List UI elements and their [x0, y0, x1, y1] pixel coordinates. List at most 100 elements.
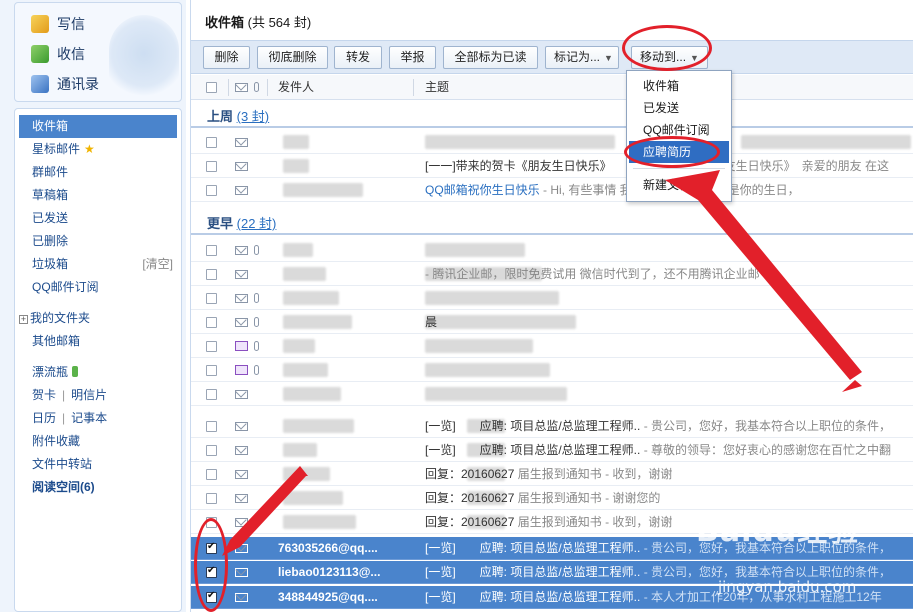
row-checkbox[interactable] — [206, 341, 217, 352]
calendar-link[interactable]: 日历 — [32, 411, 56, 425]
row-preview: 届生报到通知书 - 谢谢您的 — [517, 491, 661, 505]
row-checkbox[interactable] — [206, 137, 217, 148]
envelope-icon — [235, 494, 248, 503]
sidebar-item-label: 文件中转站 — [32, 457, 93, 471]
table-row[interactable] — [191, 335, 913, 358]
group-count-link[interactable]: (3 封) — [237, 109, 270, 124]
contacts-link[interactable]: 通讯录 — [31, 71, 99, 97]
row-checkbox[interactable] — [206, 469, 217, 480]
table-row[interactable]: [一一]带来的贺卡《朋友生日快乐》 朋友生日快乐》 亲爱的朋友 在这 — [191, 155, 913, 178]
expand-plus-icon[interactable]: + — [19, 315, 28, 324]
mark-all-read-button[interactable]: 全部标为已读 — [443, 46, 538, 69]
row-checkbox[interactable] — [206, 293, 217, 304]
sidebar-item-starred[interactable]: 星标邮件 ★ — [15, 138, 181, 161]
row-subject-text: 回复：20160627 — [425, 491, 515, 505]
row-checkbox[interactable] — [206, 269, 217, 280]
select-all-checkbox[interactable] — [206, 82, 217, 93]
menu-divider — [633, 168, 725, 169]
sidebar-item-sent[interactable]: 已发送 — [15, 207, 181, 230]
row-subject: 晨 — [425, 311, 437, 334]
chevron-down-icon: ▼ — [604, 53, 613, 63]
delete-button[interactable]: 删除 — [203, 46, 250, 69]
annotation-oval-checkboxes — [194, 518, 228, 612]
empty-spam-link[interactable]: [清空] — [142, 253, 173, 276]
table-row[interactable]: QQ邮箱祝你生日快乐 - Hi, 有些事情 我们依然记得。今天是你的生日， — [191, 179, 913, 202]
sidebar-item-cards[interactable]: 贺卡 | 明信片 — [15, 384, 181, 407]
row-checkbox[interactable] — [206, 185, 217, 196]
card-link[interactable]: 贺卡 — [32, 388, 56, 402]
row-preview: 届生报到通知书 - 收到，谢谢 — [517, 467, 673, 481]
sidebar-item-inbox[interactable]: 收件箱 — [19, 115, 177, 138]
row-subject-text: QQ邮箱祝你生日快乐 — [425, 183, 540, 197]
sidebar-item-reading[interactable]: 阅读空间(6) — [15, 476, 181, 499]
sidebar-item-label: 草稿箱 — [32, 188, 69, 202]
row-preview: 朋友生日快乐》 亲爱的朋友 在这 — [711, 159, 890, 173]
forward-button[interactable]: 转发 — [334, 46, 382, 69]
table-row[interactable] — [191, 239, 913, 262]
row-preview: - 贵公司，您好，我基本符合以上职位的条件， — [643, 419, 892, 433]
mark-as-dropdown[interactable]: 标记为... ▼ — [545, 46, 619, 69]
table-row[interactable] — [191, 131, 913, 154]
table-row[interactable] — [191, 287, 913, 310]
page-title: 收件箱 (共 564 封) — [205, 12, 311, 31]
table-row[interactable]: 回复：20160627 届生报到通知书 - 收到，谢谢 — [191, 463, 913, 486]
row-subject: [一览] 应聘: 项目总监/总监理工程师.. - 贵公司，您好，我基本符合以上职… — [425, 415, 891, 438]
group-label: 更早 — [207, 216, 234, 231]
sidebar-item-attachments[interactable]: 附件收藏 — [15, 430, 181, 453]
table-row[interactable]: 晨 — [191, 311, 913, 334]
sidebar-item-drafts[interactable]: 草稿箱 — [15, 184, 181, 207]
envelope-icon — [235, 246, 248, 255]
row-checkbox[interactable] — [206, 161, 217, 172]
report-button[interactable]: 举报 — [389, 46, 436, 69]
postcard-link[interactable]: 明信片 — [71, 388, 107, 402]
table-row[interactable]: [一览] 应聘: 项目总监/总监理工程师.. - 贵公司，您好，我基本符合以上职… — [191, 415, 913, 438]
sidebar-item-file-transfer[interactable]: 文件中转站 — [15, 453, 181, 476]
sidebar: 写信 收信 通讯录 收件箱 星标邮件 ★ 群邮件 草稿箱 已发送 已删除 垃圾箱 [… — [0, 0, 186, 612]
row-checkbox[interactable] — [206, 421, 217, 432]
receive-link[interactable]: 收信 — [31, 41, 85, 67]
envelope-icon — [235, 593, 248, 602]
row-subject-text: [一览] 应聘: 项目总监/总监理工程师.. — [425, 541, 641, 555]
permanent-delete-button[interactable]: 彻底删除 — [257, 46, 328, 69]
sidebar-item-bottle[interactable]: 漂流瓶 — [15, 361, 181, 384]
menu-item-sent[interactable]: 已发送 — [627, 97, 731, 119]
menu-item-inbox[interactable]: 收件箱 — [627, 75, 731, 97]
envelope-icon — [235, 270, 248, 279]
row-checkbox[interactable] — [206, 493, 217, 504]
row-checkbox[interactable] — [206, 445, 217, 456]
sidebar-item-label: 星标邮件 — [32, 142, 81, 156]
sender-column-header[interactable]: 发件人 — [278, 75, 314, 100]
compose-link[interactable]: 写信 — [31, 11, 85, 37]
sidebar-item-group-mail[interactable]: 群邮件 — [15, 161, 181, 184]
row-checkbox[interactable] — [206, 245, 217, 256]
menu-item-new-folder[interactable]: 新建文件夹... — [627, 174, 731, 196]
qq-penguin-logo — [109, 15, 179, 101]
compose-pencil-icon — [31, 15, 49, 33]
sidebar-item-spam[interactable]: 垃圾箱 [清空] — [15, 253, 181, 276]
sidebar-top-panel: 写信 收信 通讯录 — [14, 2, 182, 102]
table-row[interactable]: [一览] 应聘: 项目总监/总监理工程师.. - 尊敬的领导：您好衷心的感谢您在… — [191, 439, 913, 462]
sidebar-item-other-mailbox[interactable]: 其他邮箱 — [15, 330, 181, 353]
table-row[interactable]: - 腾讯企业邮，限时免费试用 微信时代到了，还不用腾讯企业邮 — [191, 263, 913, 286]
table-row[interactable] — [191, 383, 913, 406]
row-preview: 届生报到通知书 - 收到，谢谢 — [517, 515, 673, 529]
envelope-icon — [235, 138, 248, 147]
envelope-icon — [235, 422, 248, 431]
baidu-watermark: Baidu经验 — [696, 514, 860, 549]
sidebar-item-calendar[interactable]: 日历 | 记事本 — [15, 407, 181, 430]
row-subject-text: 回复：20160627 — [425, 515, 515, 529]
sidebar-item-label: 漂流瓶 — [32, 365, 69, 379]
sidebar-item-my-folders[interactable]: + 我的文件夹 — [15, 307, 181, 330]
row-checkbox[interactable] — [206, 365, 217, 376]
notes-link[interactable]: 记事本 — [71, 411, 107, 425]
sidebar-item-subscriptions[interactable]: QQ邮件订阅 — [15, 276, 181, 299]
receive-download-icon — [31, 45, 49, 63]
row-subject: 回复：20160627 届生报到通知书 - 谢谢您的 — [425, 487, 660, 510]
subject-column-header[interactable]: 主题 — [425, 75, 449, 100]
group-count-link[interactable]: (22 封) — [237, 216, 277, 231]
sidebar-item-deleted[interactable]: 已删除 — [15, 230, 181, 253]
annotation-oval-move-to — [622, 25, 712, 71]
row-checkbox[interactable] — [206, 389, 217, 400]
table-row[interactable] — [191, 359, 913, 382]
row-checkbox[interactable] — [206, 317, 217, 328]
